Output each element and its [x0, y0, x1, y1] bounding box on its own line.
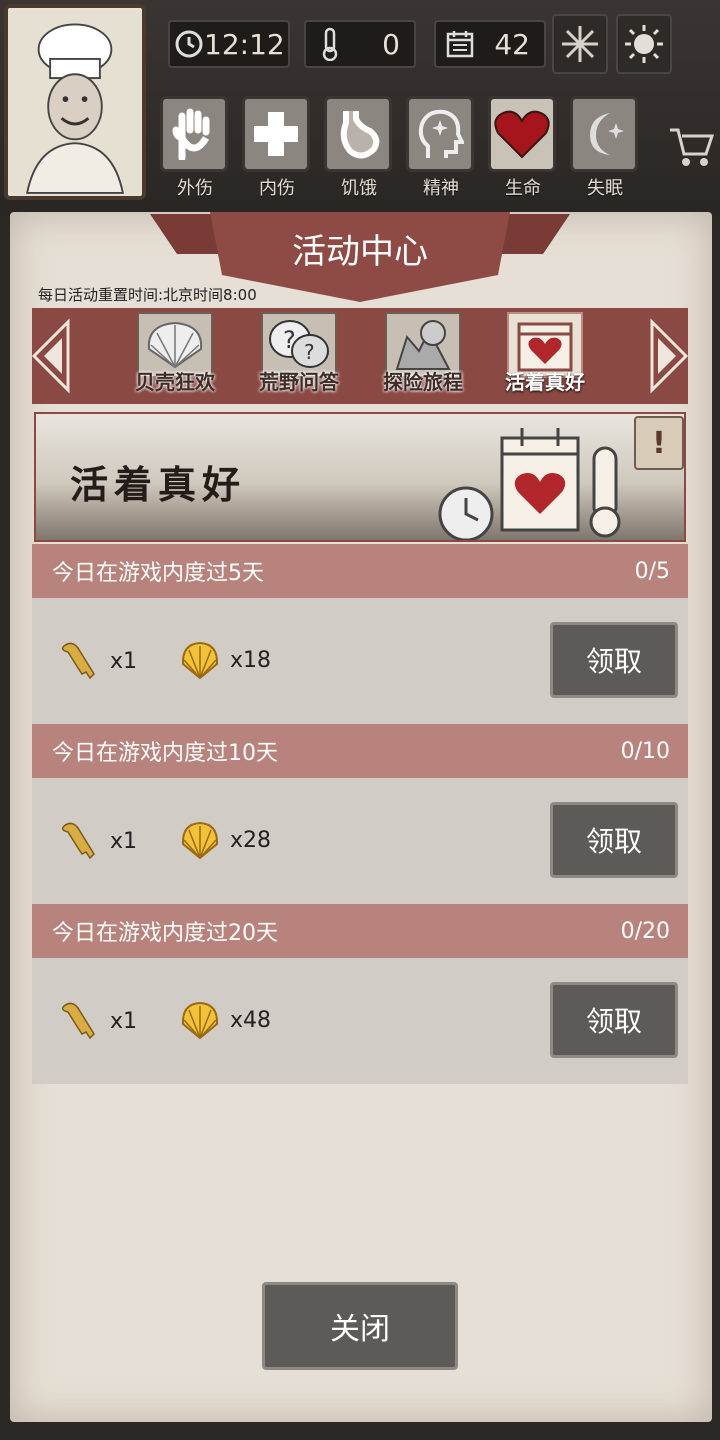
status-internal[interactable]: 内伤 — [242, 96, 312, 206]
thermometer-icon — [310, 24, 350, 64]
status-mental[interactable]: 精神 — [406, 96, 476, 206]
moon-icon — [570, 96, 638, 172]
status-injury[interactable]: 外伤 — [160, 96, 230, 206]
key-reward: x1 — [60, 1000, 137, 1042]
task-title: 今日在游戏内度过20天 — [52, 921, 278, 946]
stomach-icon — [324, 96, 392, 172]
snow-weather-button[interactable] — [552, 14, 608, 74]
task-header: 今日在游戏内度过20天 0/20 — [32, 904, 688, 958]
task-progress: 0/10 — [620, 738, 670, 764]
key-icon — [61, 822, 95, 860]
claim-button[interactable]: 领取 — [550, 982, 678, 1058]
svg-text:?: ? — [304, 340, 315, 364]
snowflake-icon — [562, 26, 598, 62]
svg-text:?: ? — [283, 326, 296, 354]
shell-reward: x18 — [180, 640, 271, 680]
time-display: 12:12 — [168, 20, 290, 68]
task-title: 今日在游戏内度过5天 — [52, 561, 264, 586]
sun-icon — [625, 25, 663, 63]
sun-weather-button[interactable] — [616, 14, 672, 74]
gold-shell-icon — [181, 821, 219, 860]
key-reward: x1 — [60, 820, 137, 862]
gold-shell-icon — [181, 1001, 219, 1040]
cross-icon — [242, 96, 310, 172]
day-counter: 42 — [434, 20, 546, 68]
task-header: 今日在游戏内度过5天 0/5 — [32, 544, 688, 598]
claim-button[interactable]: 领取 — [550, 802, 678, 878]
head-icon — [406, 96, 474, 172]
key-icon — [61, 1002, 95, 1040]
calendar-clock-thermometer-icon — [438, 428, 621, 540]
task-progress: 0/20 — [620, 918, 670, 944]
status-life[interactable]: 生命 — [488, 96, 558, 206]
reset-time-text: 每日活动重置时间:北京时间8:00 — [38, 286, 257, 304]
task-progress: 0/5 — [634, 558, 670, 584]
shell-reward: x28 — [180, 820, 271, 860]
shell-reward: x48 — [180, 1000, 271, 1040]
close-button[interactable]: 关闭 — [262, 1282, 458, 1370]
status-insomnia[interactable]: 失眠 — [570, 96, 640, 206]
tab-next-arrow-icon[interactable] — [648, 316, 690, 396]
tab-good-to-be-alive[interactable]: 活着真好 — [500, 312, 590, 404]
tab-shell-carnival[interactable]: 贝壳狂欢 — [130, 312, 220, 404]
hand-icon — [160, 96, 228, 172]
shop-cart-icon[interactable] — [668, 124, 715, 170]
task-title: 今日在游戏内度过10天 — [52, 741, 278, 766]
status-hunger[interactable]: 饥饿 — [324, 96, 394, 206]
clock-icon — [174, 24, 204, 64]
heart-icon — [488, 96, 556, 172]
task-header: 今日在游戏内度过10天 0/10 — [32, 724, 688, 778]
event-info-button[interactable]: ! — [634, 416, 684, 470]
temperature-display: 0 — [304, 20, 416, 68]
status-bar: 外伤 内伤 饥饿 精神 生命 失眠 — [160, 96, 640, 206]
chef-avatar-icon — [8, 11, 142, 194]
gold-shell-icon — [181, 641, 219, 680]
key-reward: x1 — [60, 640, 137, 682]
character-portrait[interactable] — [4, 4, 146, 200]
event-banner: 活着真好 — [34, 412, 686, 542]
key-icon — [61, 642, 95, 680]
tab-wild-quiz[interactable]: ?? 荒野问答 — [254, 312, 344, 404]
claim-button[interactable]: 领取 — [550, 622, 678, 698]
tab-prev-arrow-icon[interactable] — [30, 316, 72, 396]
calendar-icon — [440, 24, 480, 64]
tab-adventure-journey[interactable]: 探险旅程 — [378, 312, 468, 404]
